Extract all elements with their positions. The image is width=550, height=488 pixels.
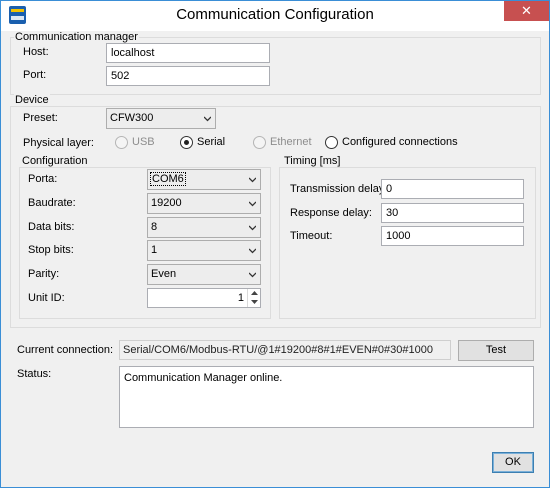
current-connection-label: Current connection:	[17, 344, 113, 356]
configuration-group-label: Configuration	[21, 155, 89, 167]
spin-down-icon[interactable]	[248, 298, 260, 307]
radio-serial-label: Serial	[197, 136, 226, 148]
dialog-window: Communication Configuration ✕ Communicat…	[0, 0, 550, 488]
unitid-spin-buttons	[247, 289, 260, 307]
radio-configured-connections-label: Configured connections	[342, 136, 458, 148]
preset-select[interactable]: CFW300	[106, 108, 216, 129]
radio-configured-connections-circle	[325, 136, 338, 149]
porta-label: Porta:	[28, 173, 58, 185]
communication-manager-group-label: Communication manager	[14, 31, 139, 43]
dialog-client-area: Communication manager Host: localhost Po…	[1, 31, 549, 487]
stopbits-label: Stop bits:	[28, 244, 74, 256]
host-label: Host:	[23, 46, 49, 58]
timeout-input[interactable]: 1000	[381, 226, 524, 246]
baudrate-label: Baudrate:	[28, 197, 76, 209]
port-label: Port:	[23, 69, 47, 81]
timeout-label: Timeout:	[290, 230, 333, 242]
physical-layer-label: Physical layer:	[23, 137, 94, 149]
radio-ethernet-circle	[253, 136, 266, 149]
preset-value: CFW300	[110, 112, 154, 124]
parity-label: Parity:	[28, 268, 60, 280]
databits-label: Data bits:	[28, 221, 75, 233]
parity-value: Even	[151, 268, 177, 280]
response-delay-input[interactable]: 30	[381, 203, 524, 223]
databits-select[interactable]: 8	[147, 217, 261, 238]
communication-manager-group	[10, 37, 541, 95]
baudrate-select[interactable]: 19200	[147, 193, 261, 214]
chevron-down-icon	[249, 271, 256, 278]
preset-label: Preset:	[23, 112, 58, 124]
response-delay-label: Response delay:	[290, 207, 372, 219]
stopbits-value: 1	[151, 244, 158, 256]
test-button[interactable]: Test	[458, 340, 534, 361]
close-button[interactable]: ✕	[504, 1, 549, 21]
transmission-delay-label: Transmission delay:	[290, 183, 388, 195]
parity-select[interactable]: Even	[147, 264, 261, 285]
timing-group-label: Timing [ms]	[283, 155, 342, 167]
status-textarea[interactable]: Communication Manager online.	[119, 366, 534, 428]
radio-ethernet-label: Ethernet	[270, 136, 312, 148]
close-icon: ✕	[521, 3, 532, 18]
radio-serial-circle	[180, 136, 193, 149]
stopbits-select[interactable]: 1	[147, 240, 261, 261]
window-title: Communication Configuration	[176, 6, 374, 23]
device-group-label: Device	[14, 94, 50, 106]
radio-usb-label: USB	[132, 136, 155, 148]
ok-button[interactable]: OK	[492, 452, 534, 473]
porta-value: COM6	[150, 172, 186, 186]
databits-value: 8	[151, 221, 158, 233]
radio-usb-circle	[115, 136, 128, 149]
unitid-value: 1	[237, 292, 244, 304]
unitid-stepper[interactable]: 1	[147, 288, 261, 308]
baudrate-value: 19200	[151, 197, 182, 209]
chevron-down-icon	[249, 247, 256, 254]
status-label: Status:	[17, 368, 52, 380]
transmission-delay-input[interactable]: 0	[381, 179, 524, 199]
unitid-label: Unit ID:	[28, 292, 65, 304]
title-bar: Communication Configuration ✕	[1, 1, 549, 31]
chevron-down-icon	[204, 115, 211, 122]
host-input[interactable]: localhost	[106, 43, 270, 63]
current-connection-field: Serial/COM6/Modbus-RTU/@1#19200#8#1#EVEN…	[119, 340, 451, 360]
porta-select[interactable]: COM6	[147, 169, 261, 190]
chevron-down-icon	[249, 200, 256, 207]
port-input[interactable]: 502	[106, 66, 270, 86]
spin-up-icon[interactable]	[248, 289, 260, 298]
chevron-down-icon	[249, 176, 256, 183]
chevron-down-icon	[249, 224, 256, 231]
